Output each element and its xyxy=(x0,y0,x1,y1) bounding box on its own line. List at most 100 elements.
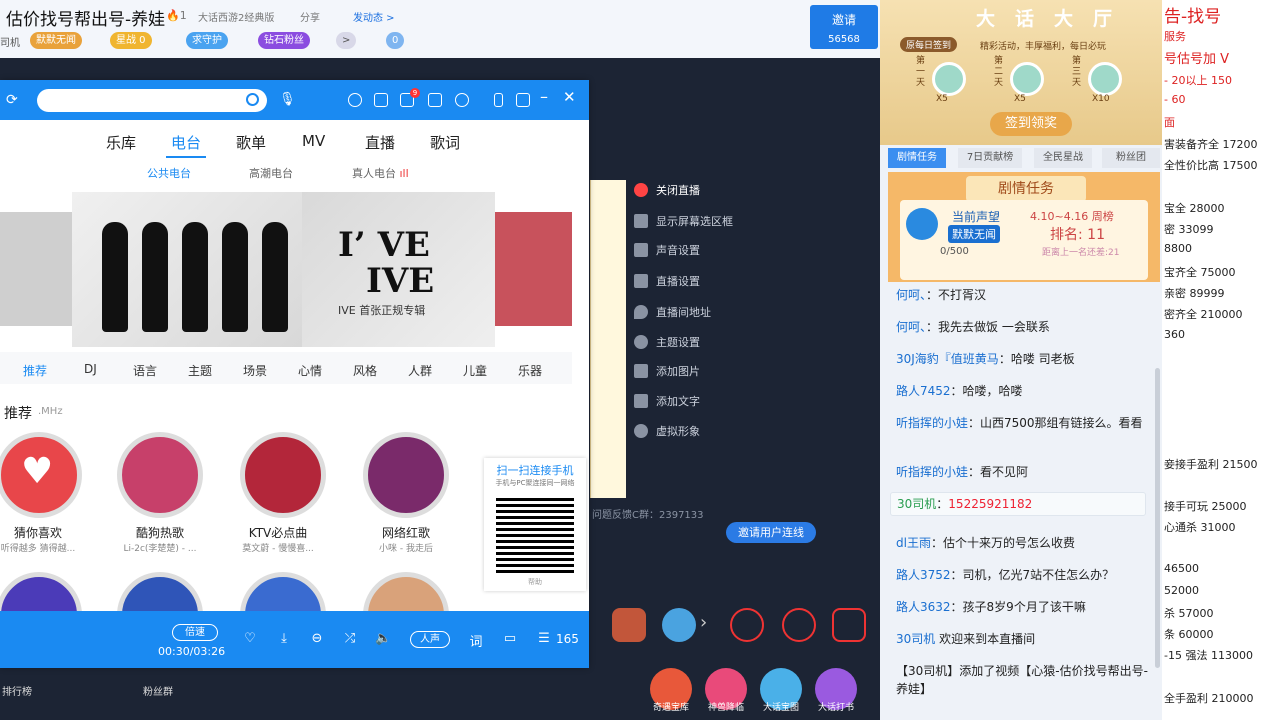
grid-icon[interactable] xyxy=(374,93,388,107)
download-icon[interactable]: ⤓ xyxy=(276,631,292,647)
mini-mode-icon[interactable] xyxy=(494,93,503,107)
tab-7day-rank[interactable]: 7日贡献榜 xyxy=(958,148,1022,168)
search-icon[interactable] xyxy=(246,93,259,106)
banner[interactable]: I’ VE IVE IVE 首张正规专辑 xyxy=(72,192,495,347)
bag-icon[interactable] xyxy=(782,608,816,642)
category-crowd[interactable]: 人群 xyxy=(408,362,432,379)
checkin-day[interactable]: 第三天 X10 xyxy=(1072,56,1128,104)
tab-lyrics[interactable]: 歌词 xyxy=(430,132,460,153)
reputation-progress: 0/500 xyxy=(940,246,969,257)
category-children[interactable]: 儿童 xyxy=(463,362,487,379)
tab-live[interactable]: 直播 xyxy=(365,132,395,153)
chat-message: 何呵、：不打胥汉 xyxy=(896,288,987,302)
channel-cover-hot[interactable] xyxy=(117,432,203,518)
channel-cover-net[interactable] xyxy=(363,432,449,518)
checkin-day[interactable]: 第一天 X5 xyxy=(916,56,972,104)
menu-item-theme[interactable]: 主题设置 xyxy=(634,332,700,352)
invite-connect-button[interactable]: 邀请用户连线 xyxy=(726,522,816,543)
egg-icon xyxy=(1010,62,1044,96)
target-icon[interactable] xyxy=(348,93,362,107)
refresh-icon[interactable]: ⟳ xyxy=(6,92,18,108)
shop-icon[interactable] xyxy=(832,608,866,642)
rank-link[interactable]: 排行榜 xyxy=(2,683,32,698)
tab-star-war[interactable]: 全民星战 xyxy=(1034,148,1092,168)
doc-line: 8800 xyxy=(1164,242,1192,255)
tab-radio[interactable]: 电台 xyxy=(171,132,201,153)
category-dj[interactable]: DJ xyxy=(84,362,97,376)
category-instruments[interactable]: 乐器 xyxy=(518,362,542,379)
qr-help[interactable]: 帮助 xyxy=(484,577,586,587)
category-language[interactable]: 语言 xyxy=(133,362,157,379)
qr-connect-popup[interactable]: 扫一扫连接手机 手机与PC聚连接同一网络 帮助 xyxy=(484,458,586,591)
channel-name[interactable]: KTV必点曲 xyxy=(223,524,333,541)
doc-line: 亲密 89999 xyxy=(1164,287,1225,300)
tab-library[interactable]: 乐库 xyxy=(106,132,136,153)
fan-group-link[interactable]: 粉丝群 xyxy=(143,683,173,698)
subtab-human-radio[interactable]: 真人电台 ıll xyxy=(352,165,409,181)
menu-item-live-settings[interactable]: 直播设置 xyxy=(634,271,700,291)
minimize-icon[interactable]: – xyxy=(540,87,548,106)
share-button[interactable]: 分享 xyxy=(300,9,320,24)
power-icon xyxy=(634,183,648,197)
checkin-day[interactable]: 第二天 X5 xyxy=(994,56,1050,104)
minus-icon[interactable]: ⊖ xyxy=(309,631,325,647)
category-theme[interactable]: 主题 xyxy=(188,362,212,379)
category-recommend[interactable]: 推荐 xyxy=(23,362,47,379)
close-live-button[interactable]: 关闭直播 xyxy=(634,180,700,200)
post-dynamic-link[interactable]: 发动态 > xyxy=(353,9,395,24)
subtab-climax-radio[interactable]: 高潮电台 xyxy=(249,165,293,181)
lyrics-button[interactable]: 词 xyxy=(468,631,484,650)
more-badge[interactable]: > xyxy=(336,32,357,49)
mic-icon[interactable]: 🎙 xyxy=(279,92,296,107)
level-badge[interactable]: 默默无闻 xyxy=(30,32,82,49)
character-icon[interactable] xyxy=(662,608,696,642)
tab-fan-club[interactable]: 粉丝团 xyxy=(1102,148,1160,168)
speed-button[interactable]: 倍速 xyxy=(172,624,218,641)
gear-icon[interactable] xyxy=(455,93,469,107)
sign-in-button[interactable]: 签到领奖 xyxy=(990,112,1072,136)
banner-prev[interactable] xyxy=(0,212,72,326)
shuffle-icon[interactable]: ⤮ xyxy=(342,631,358,647)
gift-label: 大话宝图 xyxy=(762,703,799,713)
category-mood[interactable]: 心情 xyxy=(298,362,322,379)
category-link[interactable]: 大话西游2经典版 xyxy=(198,9,274,24)
star-badge[interactable]: 星战 0 xyxy=(110,32,152,49)
close-icon[interactable]: ✕ xyxy=(563,88,576,106)
fans-count[interactable]: 0 xyxy=(386,32,405,49)
vocal-toggle[interactable]: 人声 xyxy=(410,631,450,648)
channel-cover-ktv[interactable] xyxy=(240,432,326,518)
channel-name[interactable]: 酷狗热歌 xyxy=(105,524,215,541)
subtab-public-radio[interactable]: 公共电台 xyxy=(147,165,191,181)
stream-header: 估价找号帮出号-养娃 🔥1 大话西游2经典版 分享 发动态 > 司机 默默无闻 … xyxy=(0,0,880,58)
settings-icon xyxy=(634,274,648,288)
menu-item-room-address[interactable]: 直播间地址 xyxy=(634,302,711,322)
split-icon[interactable] xyxy=(516,93,530,107)
diamond-fan-badge[interactable]: 钻石粉丝 xyxy=(258,32,310,49)
volume-icon[interactable]: 🔈 xyxy=(375,631,391,647)
tab-plot-task[interactable]: 剧情任务 xyxy=(888,148,946,168)
tab-playlists[interactable]: 歌单 xyxy=(236,132,266,153)
menu-item-add-text[interactable]: 添加文字 xyxy=(634,391,700,411)
like-icon[interactable]: ♡ xyxy=(242,631,258,647)
category-scene[interactable]: 场景 xyxy=(243,362,267,379)
menu-item-screen-frame[interactable]: 显示屏幕选区框 xyxy=(634,211,733,231)
banner-next[interactable] xyxy=(495,212,572,326)
complete-icon[interactable] xyxy=(730,608,764,642)
channel-name[interactable]: 猜你喜欢 xyxy=(0,524,93,541)
shirt-icon[interactable] xyxy=(428,93,442,107)
menu-item-sound[interactable]: 声音设置 xyxy=(634,240,700,260)
guard-button[interactable]: 求守护 xyxy=(186,32,228,49)
category-style[interactable]: 风格 xyxy=(353,362,377,379)
treasure-icon[interactable] xyxy=(612,608,646,642)
channel-name[interactable]: 网络红歌 xyxy=(351,524,461,541)
invite-button[interactable]: 邀请 56568 xyxy=(810,5,878,49)
player-search-input[interactable] xyxy=(37,89,267,112)
channel-cover-guess[interactable]: ♥ xyxy=(0,432,82,518)
tab-mv[interactable]: MV xyxy=(302,132,325,150)
chevron-right-icon[interactable]: › xyxy=(700,612,707,633)
menu-item-avatar[interactable]: 虚拟形象 xyxy=(634,421,700,441)
menu-item-add-image[interactable]: 添加图片 xyxy=(634,361,700,381)
playlist-icon[interactable]: ☰ xyxy=(536,631,552,647)
comment-icon[interactable]: ▭ xyxy=(502,631,518,647)
chat-scrollbar[interactable] xyxy=(1155,368,1160,668)
